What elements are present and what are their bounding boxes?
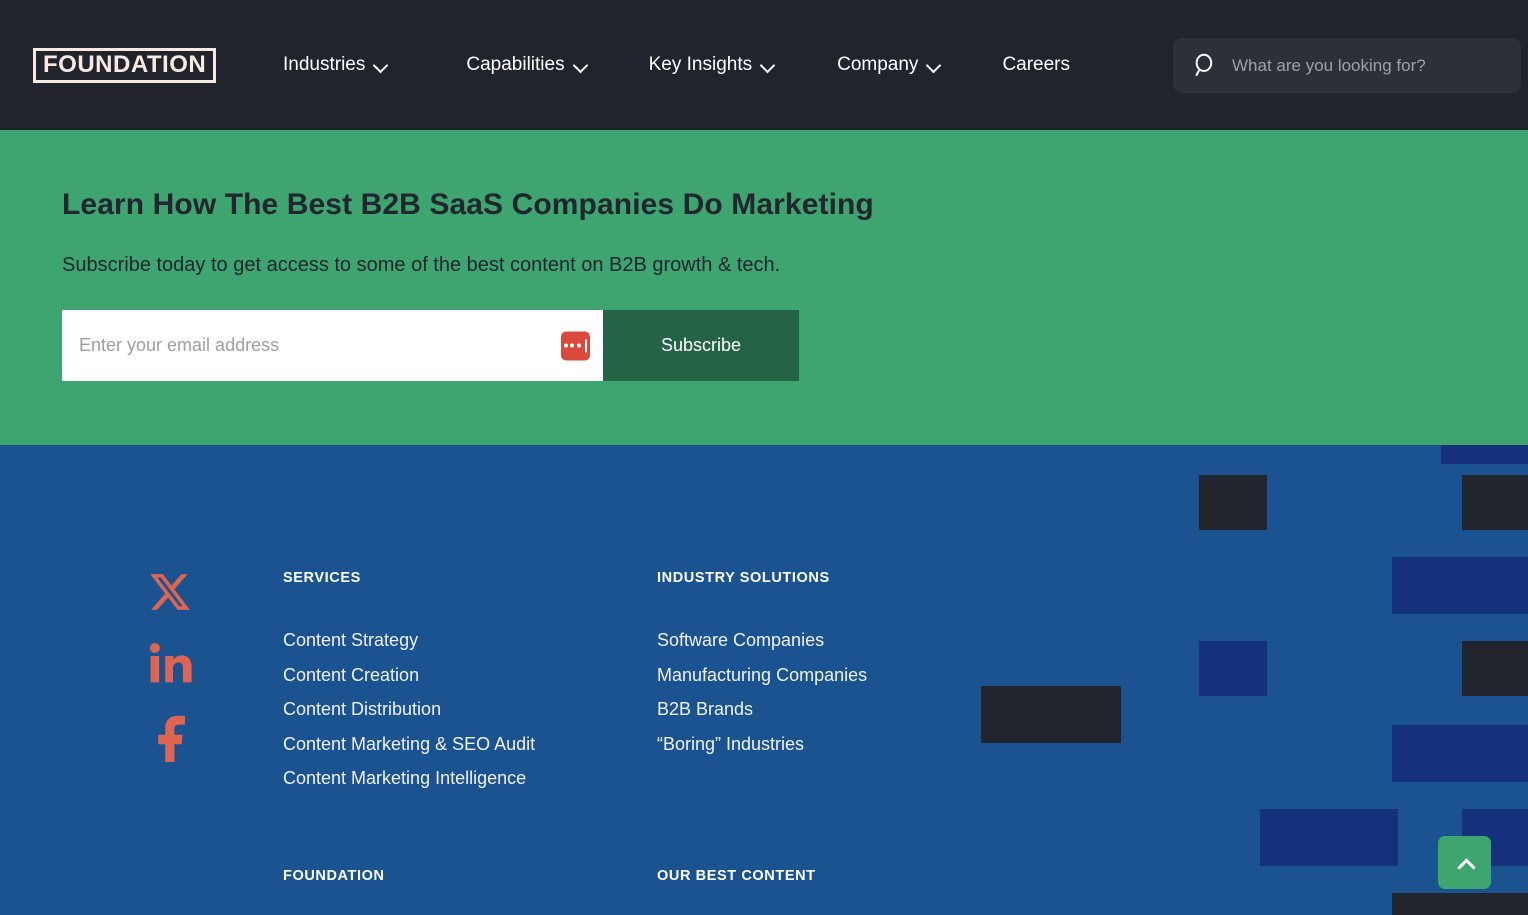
nav-item-capabilities[interactable]: Capabilities	[466, 50, 586, 80]
footer-link[interactable]: Content Creation	[283, 658, 535, 693]
nav-label-careers: Careers	[1002, 50, 1070, 80]
footer-link[interactable]: Content Marketing & SEO Audit	[283, 727, 535, 762]
email-placeholder: Enter your email address	[79, 335, 279, 356]
footer-link[interactable]: B2B Brands	[657, 692, 867, 727]
subscribe-form: Enter your email address Subscribe	[62, 310, 799, 381]
chevron-down-icon	[761, 60, 774, 73]
lastpass-dot	[570, 344, 574, 348]
subscribe-button[interactable]: Subscribe	[603, 310, 799, 381]
lastpass-bar	[585, 339, 587, 352]
email-field[interactable]: Enter your email address	[62, 310, 603, 381]
footer-heading-foundation: FOUNDATION	[283, 868, 385, 884]
facebook-glyph	[148, 714, 196, 762]
lastpass-icon[interactable]	[561, 331, 590, 360]
footer-link[interactable]: Content Marketing Intelligence	[283, 761, 535, 796]
nav-label-key-insights: Key Insights	[649, 50, 753, 80]
footer-heading-our-best-content: OUR BEST CONTENT	[657, 868, 816, 884]
footer-link[interactable]: Software Companies	[657, 623, 867, 658]
footer-links-services: Content Strategy Content Creation Conten…	[283, 623, 535, 796]
nav-item-industries[interactable]: Industries	[283, 50, 387, 80]
footer-heading-services: SERVICES	[283, 570, 535, 586]
lastpass-dot	[564, 344, 568, 348]
site-footer: SERVICES Content Strategy Content Creati…	[0, 445, 1528, 915]
lastpass-dot	[577, 344, 581, 348]
search-placeholder: What are you looking for?	[1232, 56, 1426, 76]
footer-heading-industry-solutions: INDUSTRY SOLUTIONS	[657, 570, 867, 586]
footer-link[interactable]: Content Distribution	[283, 692, 535, 727]
nav-label-industries: Industries	[283, 50, 365, 80]
footer-column-industry-solutions: INDUSTRY SOLUTIONS Software Companies Ma…	[657, 570, 867, 761]
nav-item-careers[interactable]: Careers	[1002, 50, 1070, 80]
hero-subtitle: Subscribe today to get access to some of…	[62, 254, 780, 277]
chevron-down-icon	[374, 60, 387, 73]
foundation-logo[interactable]: FOUNDATION	[33, 48, 216, 83]
x-twitter-glyph	[148, 570, 192, 614]
linkedin-icon[interactable]	[148, 640, 196, 688]
newsletter-hero: Learn How The Best B2B SaaS Companies Do…	[0, 130, 1528, 445]
footer-content: SERVICES Content Strategy Content Creati…	[0, 445, 1528, 915]
footer-link[interactable]: Manufacturing Companies	[657, 658, 867, 693]
main-navigation: Industries Capabilities Key Insights Com…	[283, 50, 1070, 80]
chevron-down-icon	[574, 60, 587, 73]
footer-links-industry-solutions: Software Companies Manufacturing Compani…	[657, 623, 867, 761]
footer-link[interactable]: “Boring” Industries	[657, 727, 867, 762]
x-twitter-icon[interactable]	[148, 570, 196, 614]
facebook-icon[interactable]	[148, 714, 196, 762]
site-header: FOUNDATION Industries Capabilities Key I…	[0, 0, 1528, 130]
nav-label-capabilities: Capabilities	[466, 50, 564, 80]
search-icon	[1193, 53, 1218, 78]
scroll-to-top-button[interactable]	[1438, 836, 1491, 889]
chevron-up-icon	[1457, 858, 1473, 868]
nav-item-company[interactable]: Company	[837, 50, 940, 80]
nav-label-company: Company	[837, 50, 918, 80]
footer-link[interactable]: Content Strategy	[283, 623, 535, 658]
search-input[interactable]: What are you looking for?	[1173, 38, 1521, 93]
chevron-down-icon	[927, 60, 940, 73]
linkedin-glyph	[148, 640, 196, 688]
nav-item-key-insights[interactable]: Key Insights	[649, 50, 775, 80]
footer-column-services: SERVICES Content Strategy Content Creati…	[283, 570, 535, 796]
page-root: FOUNDATION Industries Capabilities Key I…	[0, 0, 1528, 915]
hero-title: Learn How The Best B2B SaaS Companies Do…	[62, 188, 874, 222]
social-links	[148, 570, 196, 762]
